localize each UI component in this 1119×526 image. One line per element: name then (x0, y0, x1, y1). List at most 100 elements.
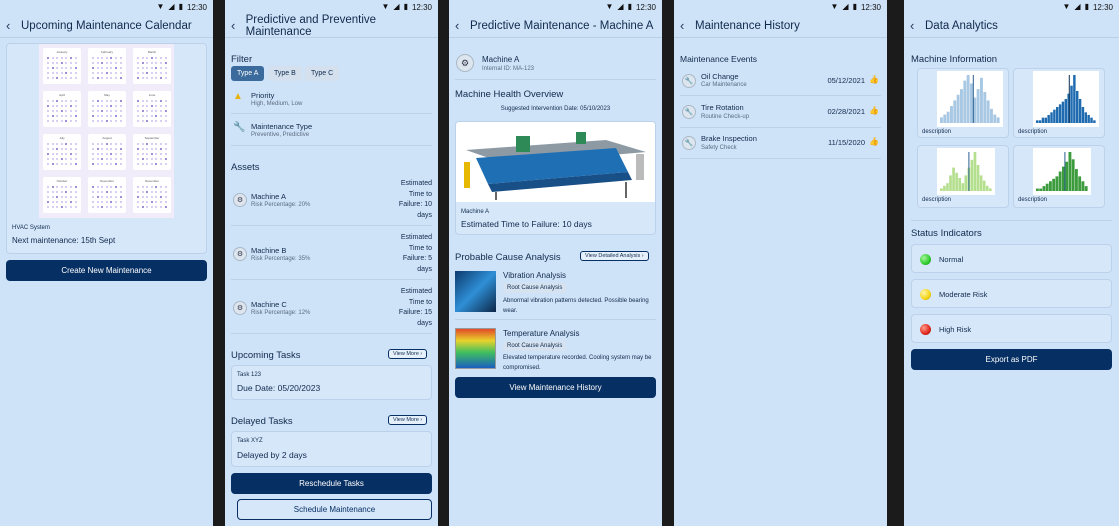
calendar-image[interactable]: January February March April May June July Augu… (39, 44, 174, 218)
calendar-day (92, 158, 94, 160)
calendar-day (47, 148, 49, 150)
calendar-day (65, 186, 68, 188)
calendar-day (96, 105, 99, 107)
calendar-day (47, 153, 49, 155)
calendar-day (101, 143, 104, 145)
calendar-day (119, 186, 122, 188)
calendar-day (150, 191, 153, 193)
calendar-day (51, 191, 54, 193)
calendar-day (119, 77, 122, 79)
maintenance-type-row[interactable]: 🔧 Maintenance Type Preventive, Predictiv… (231, 116, 432, 146)
view-history-button[interactable]: View Maintenance History (455, 377, 656, 398)
page-title: Maintenance History (695, 19, 800, 32)
asset-row[interactable]: ⚙ Machine A Risk Percentage: 20% Estimat… (231, 176, 432, 226)
histogram-bar (956, 94, 960, 123)
calendar-day (74, 163, 77, 165)
back-arrow-icon[interactable]: ‹ (455, 18, 465, 33)
calendar-day (51, 110, 54, 112)
calendar-day (141, 105, 144, 107)
assets-heading: Assets (231, 162, 260, 173)
calendar-day (115, 191, 117, 193)
warning-icon: ▲ (233, 91, 243, 102)
calendar-day (150, 206, 153, 208)
thumbs-up-icon[interactable]: 👍 (869, 75, 879, 84)
event-row[interactable]: 🔧 Oil Change Car Maintenance 05/12/2021 … (680, 66, 881, 96)
calendar-day (164, 77, 167, 79)
battery-icon: ▮ (178, 2, 183, 11)
thumbs-up-icon[interactable]: 👍 (869, 137, 879, 146)
create-maintenance-button[interactable]: Create New Maintenance (6, 260, 207, 281)
histogram-bar (985, 185, 989, 191)
priority-row[interactable]: ▲ Priority High, Medium, Low (231, 86, 432, 114)
status-moderate[interactable]: Moderate Risk (911, 279, 1112, 308)
chart-card[interactable]: description (1013, 145, 1105, 208)
status-normal[interactable]: Normal (911, 244, 1112, 273)
calendar-day (155, 100, 158, 102)
histogram-bar (1050, 112, 1053, 123)
calendar-day (137, 201, 139, 203)
upcoming-task-card[interactable]: Task 123 Due Date: 05/20/2023 (231, 365, 432, 400)
calendar-day (47, 201, 49, 203)
event-row[interactable]: 🔧 Tire Rotation Routine Check-up 02/28/2… (680, 97, 881, 128)
back-arrow-icon[interactable]: ‹ (231, 18, 241, 33)
calendar-day (155, 72, 158, 74)
event-row[interactable]: 🔧 Brake Inspection Safety Check 11/15/20… (680, 129, 881, 159)
calendar-day (146, 110, 149, 112)
filter-type-c[interactable]: Type C (305, 66, 340, 81)
schedule-maintenance-button[interactable]: Schedule Maintenance (237, 499, 432, 520)
histogram-bar (940, 188, 943, 191)
machine-health-card[interactable]: Machine A Estimated Time to Failure: 10 … (455, 121, 656, 235)
calendar-day (74, 72, 77, 74)
cause-item-temperature[interactable]: Temperature Analysis Root Cause Analysis… (455, 328, 656, 374)
asset-risk: Risk Percentage: 12% (251, 310, 311, 316)
histogram-bar (1084, 112, 1088, 123)
page-title: Data Analytics (925, 19, 998, 32)
calendar-day (146, 67, 149, 69)
asset-row[interactable]: ⚙ Machine B Risk Percentage: 35% Estimat… (231, 230, 432, 280)
calendar-day (119, 100, 122, 102)
thumbs-up-icon[interactable]: 👍 (869, 106, 879, 115)
upcoming-view-more-button[interactable]: View More › (388, 349, 428, 359)
calendar-day (115, 186, 117, 188)
calendar-day (92, 72, 94, 74)
calendar-day (119, 201, 122, 203)
chart-card[interactable]: description (917, 145, 1009, 208)
calendar-day (47, 115, 49, 117)
calendar-day (70, 120, 72, 122)
view-more-label: View More (393, 417, 419, 423)
calendar-day (60, 100, 63, 102)
calendar-day (146, 163, 149, 165)
calendar-month: February (88, 48, 126, 84)
calendar-day (65, 67, 68, 69)
chart-card[interactable]: description (917, 68, 1009, 138)
cause-item-vibration[interactable]: Vibration Analysis Root Cause Analysis A… (455, 270, 656, 320)
calendar-day (119, 148, 122, 150)
calendar-day (164, 143, 167, 145)
calendar-day (150, 143, 153, 145)
ttf-line: days (417, 211, 432, 219)
export-pdf-button[interactable]: Export as PDF (911, 349, 1112, 370)
reschedule-tasks-button[interactable]: Reschedule Tasks (231, 473, 432, 494)
delayed-task-card[interactable]: Task XYZ Delayed by 2 days (231, 431, 432, 467)
view-detailed-analysis-button[interactable]: View Detailed Analysis › (580, 251, 649, 261)
asset-row[interactable]: ⚙ Machine C Risk Percentage: 12% Estimat… (231, 284, 432, 334)
delayed-view-more-button[interactable]: View More › (388, 415, 428, 425)
status-high[interactable]: High Risk (911, 314, 1112, 343)
calendar-day (119, 67, 122, 69)
chart-card[interactable]: description (1013, 68, 1105, 138)
calendar-day (51, 201, 54, 203)
calendar-day (150, 120, 153, 122)
filter-type-a[interactable]: Type A (231, 66, 265, 81)
histogram-bar (1056, 107, 1059, 123)
battery-icon: ▮ (852, 2, 857, 11)
priority-title: Priority (251, 91, 275, 100)
calendar-day (70, 72, 72, 74)
calendar-day (105, 57, 108, 59)
filter-type-b[interactable]: Type B (268, 66, 302, 81)
asset-name: Machine B (251, 246, 287, 255)
back-arrow-icon[interactable]: ‹ (6, 18, 16, 33)
calendar-day (110, 163, 113, 165)
back-arrow-icon[interactable]: ‹ (910, 18, 920, 33)
back-arrow-icon[interactable]: ‹ (680, 18, 690, 33)
calendar-day (141, 77, 144, 79)
